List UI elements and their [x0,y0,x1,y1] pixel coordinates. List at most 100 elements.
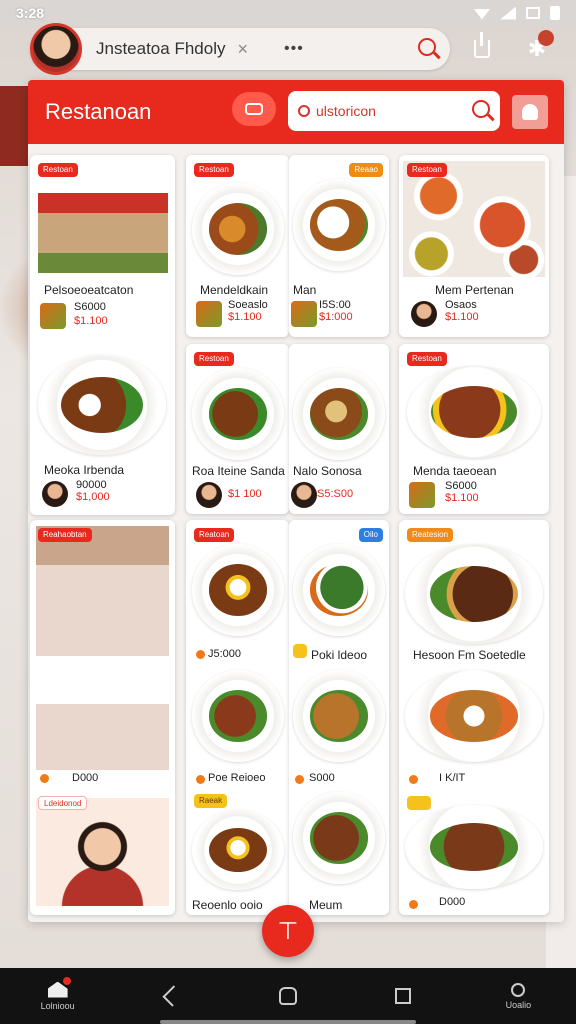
screenshot-icon [526,7,540,19]
card-badge: Oilo [358,528,383,542]
card-badge: Reatoan [194,528,235,542]
restaurant-card[interactable]: Reahaobtan D000 Ldeidonod [30,520,175,915]
card-price-secondary: $1.100 [445,311,479,323]
card-name: Poki ldeoo [311,648,368,662]
add-button[interactable]: ⊤ [262,905,314,957]
card-name: Man [293,283,317,297]
profile-badge-icon[interactable]: ✱ [522,30,554,64]
top-search-bar[interactable]: Jnsteatoa Fhdoly × ••• [30,23,450,75]
card-badge: Ldeidonod [38,796,88,810]
card-price-secondary: $1.100 [228,311,262,323]
like-icon[interactable] [196,650,205,659]
card-badge-icon [407,796,431,810]
card-name: Roa Iteine Sanda [192,464,285,478]
restaurant-card[interactable]: Reaao Man I5S:00 $1:000 [289,155,389,337]
status-bar: 3:28 [0,0,576,26]
more-icon[interactable]: ••• [284,40,304,58]
card-badge: Restoan [407,163,447,177]
settings-icon [511,982,526,997]
card-price: D000 [439,896,466,908]
card-price: I K/IT [439,772,466,784]
card-price-secondary: $1,000 [76,491,110,503]
user-icon [522,104,538,120]
card-name: Meoka Irbenda [44,463,125,477]
restaurant-card[interactable]: Restoan Menda taeoean S6000 $1.100 [399,344,549,514]
dish-image [192,183,284,275]
card-badge: Restoan [194,163,234,177]
search-icon[interactable] [418,37,436,61]
dish-image [192,368,284,460]
card-thumb [409,482,435,508]
card-thumb [411,301,437,327]
card-thumb [291,301,317,327]
signal-icon [500,6,516,20]
user-button[interactable] [512,95,548,129]
dish-image [192,670,284,762]
card-name: Nalo Sonosa [293,464,362,478]
panel-title: Restanoan [45,99,152,124]
card-price: D000 [72,772,99,784]
like-icon[interactable] [409,900,418,909]
card-badge: Restoan [407,352,447,366]
status-time: 3:28 [16,5,45,21]
like-icon[interactable] [40,774,49,783]
like-icon[interactable] [196,775,205,784]
card-price-secondary: $1.100 [74,315,108,327]
card-price: Osaos [445,299,477,311]
back-icon [162,985,184,1007]
dish-image [293,670,385,762]
panel-search-box[interactable] [288,91,500,131]
plus-icon: ⊤ [277,917,299,945]
restaurant-card[interactable]: Reatesion Hesoon Fm Soetedle I K/IT D000 [399,520,549,915]
card-price: J5:000 [208,648,242,660]
dish-image [405,544,543,644]
restaurant-card[interactable]: Restoan Pelsoeoeatcaton S6000 $1.100 Meo… [30,155,175,515]
nav-settings-label: Uoalio [505,999,532,1010]
restaurant-card[interactable]: Restoan Mendeldkain Soeaslo $1.100 [186,155,289,337]
card-badge: Raeak [194,794,228,808]
restaurant-card[interactable]: Reatoan J5:000 Poe Reioeo Raeak Reoenlo … [186,520,289,915]
like-icon[interactable] [409,775,418,784]
dish-image [293,179,385,271]
bottom-nav: Lolnioou Uoalio [0,968,576,1024]
card-name: Meum [309,898,343,912]
dish-image [192,544,284,636]
nav-back[interactable] [141,968,205,1024]
restaurant-card[interactable]: Restoan Roa Iteine Sanda $1 100 [186,344,289,514]
top-search-text: Jnsteatoa Fhdoly [96,39,226,58]
nav-home[interactable]: Lolnioou [26,968,90,1024]
close-icon[interactable]: × [237,39,248,60]
filter-button[interactable] [232,92,276,126]
restaurant-card[interactable]: Nalo Sonosa S5:S00 [289,344,389,514]
battery-icon [550,6,560,20]
card-price: S6000 [445,480,477,492]
card-price: S000 [309,772,335,784]
panel-search-input[interactable] [316,103,456,119]
notification-dot [61,976,72,986]
pavilion-image [38,173,168,273]
card-thumb [291,482,317,508]
card-badge: Reahaobtan [38,528,92,542]
wifi-icon [474,9,490,20]
card-thumb [196,301,222,327]
card-price: Poe Reioeo [208,772,266,784]
card-price: Soeaslo [228,299,268,311]
card-price: 90000 [76,479,107,491]
restaurant-card[interactable]: Oilo Poki ldeoo S000 Meum [289,520,389,915]
card-price-secondary: S5:S00 [317,488,354,500]
restaurant-card[interactable]: Restoan Mem Pertenan Osaos $1.100 [399,155,549,337]
nav-settings[interactable]: Uoalio [486,968,550,1024]
dish-image [38,355,166,455]
diners-photo [36,526,169,656]
nav-home-system[interactable] [256,968,320,1024]
card-thumb [196,482,222,508]
avatar[interactable] [30,23,82,75]
dish-image [293,792,385,884]
like-icon[interactable] [295,775,304,784]
share-icon[interactable] [467,32,497,64]
chef-photo [36,798,169,906]
nav-recents[interactable] [371,968,435,1024]
card-name: Mendeldkain [200,283,269,297]
card-price-secondary: $1:000 [319,311,353,323]
search-icon[interactable] [472,99,490,123]
